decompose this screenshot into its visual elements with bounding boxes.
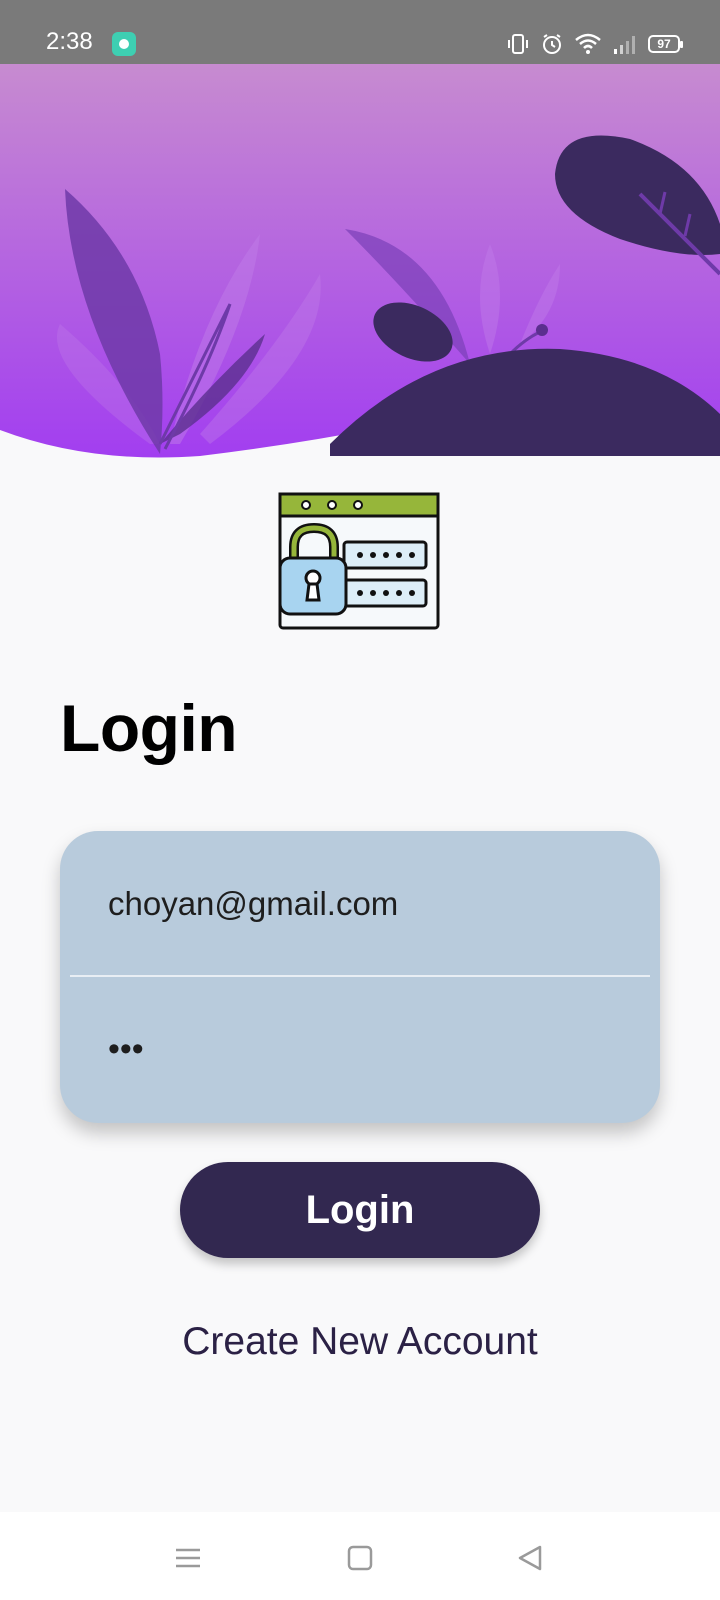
status-bar: 2:38 97	[0, 0, 720, 64]
hero-illustration	[0, 64, 720, 458]
login-form-card	[60, 831, 660, 1123]
alarm-icon	[543, 34, 561, 54]
create-account-link[interactable]: Create New Account	[0, 1320, 720, 1364]
home-icon[interactable]	[340, 1538, 380, 1578]
password-field[interactable]	[60, 979, 660, 1119]
cell-signal-icon	[614, 36, 635, 54]
battery-icon: 97	[648, 35, 683, 53]
page-title: Login	[60, 691, 238, 765]
email-field[interactable]	[60, 831, 660, 971]
status-icons: 97	[506, 30, 683, 58]
wifi-icon	[575, 33, 601, 54]
login-screen: 2:38 97 Login choyan@gmail.com ••• Login…	[0, 0, 720, 1600]
login-button[interactable]: Login	[180, 1162, 540, 1258]
lock-illustration	[278, 492, 440, 630]
vibrate-icon	[508, 34, 528, 54]
app-notification-icon	[112, 32, 136, 56]
back-icon[interactable]	[510, 1538, 550, 1578]
navigation-bar	[0, 1512, 720, 1600]
menu-icon[interactable]	[168, 1538, 208, 1578]
field-divider	[70, 975, 650, 977]
status-time: 2:38	[46, 28, 93, 55]
